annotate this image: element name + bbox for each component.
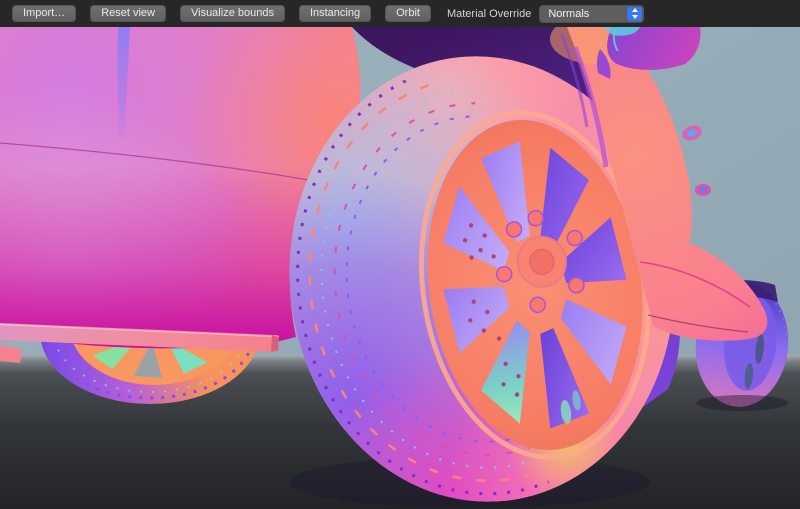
instancing-button[interactable]: Instancing [299,5,371,22]
orbit-button[interactable]: Orbit [385,5,431,22]
material-override-value: Normals [548,8,589,20]
dropdown-stepper-icon [627,7,642,21]
reset-view-button[interactable]: Reset view [90,5,166,22]
material-override-select[interactable]: Normals [539,5,644,23]
import-button[interactable]: Import… [12,5,76,22]
front-wheel-shadow [696,395,788,411]
toolbar: Import… Reset view Visualize bounds Inst… [0,0,800,27]
visualize-bounds-button[interactable]: Visualize bounds [180,5,285,22]
scene-canvas [0,27,800,509]
material-override-label: Material Override [447,8,531,20]
viewport-3d[interactable] [0,27,800,509]
